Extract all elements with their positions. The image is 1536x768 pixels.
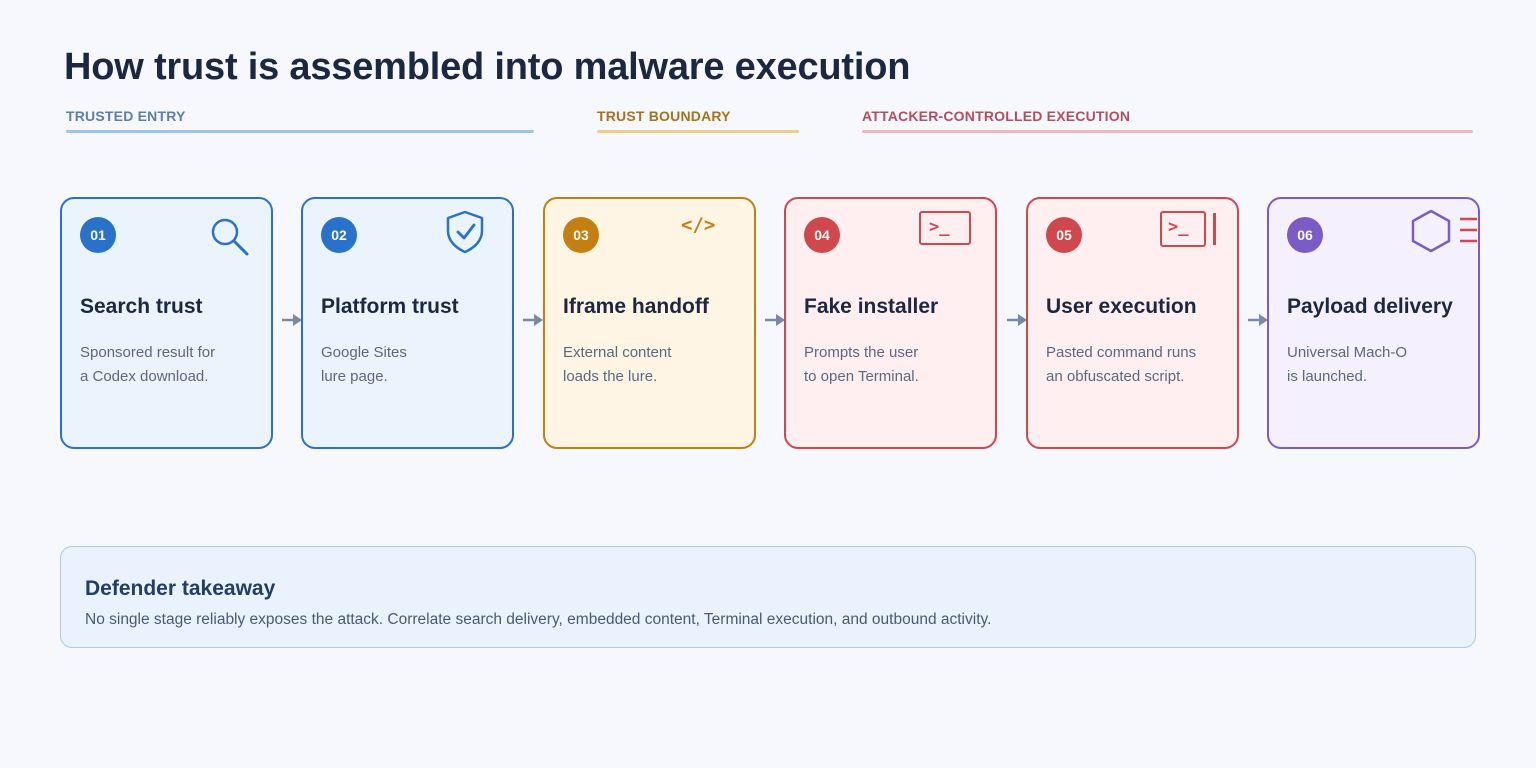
hexagon-payload-icon [1411,209,1477,253]
flow-arrow-icon [765,314,785,326]
flow-arrow-icon [523,314,543,326]
terminal-icon: >_ [919,211,971,245]
stage-description-line: Google Sites [321,344,407,361]
band-rule [66,130,534,133]
stage-number-badge: 02 [321,217,357,253]
stage-number-badge: 03 [563,217,599,253]
stage-number-badge: 05 [1046,217,1082,253]
band-rule [862,130,1473,133]
stage-title: Iframe handoff [563,295,709,318]
code-icon: </> [681,214,716,236]
cursor-bar [1213,213,1216,245]
band-trust-boundary: TRUST BOUNDARY [597,108,799,133]
stage-title: Fake installer [804,295,939,318]
stage-description: Sponsored result for a Codex download. [80,341,260,389]
stage-title: Platform trust [321,295,459,318]
defender-takeaway-panel: Defender takeaway No single stage reliab… [60,546,1476,648]
flow-arrow-icon [1248,314,1268,326]
stage-description: Pasted command runs an obfuscated script… [1046,341,1226,389]
stage-card-payload-delivery: 06 Payload delivery Universal Mach-O is … [1267,197,1480,449]
shield-check-icon [446,210,484,254]
stage-description: External content loads the lure. [563,341,743,389]
terminal-prompt: >_ [1168,217,1189,237]
stage-card-iframe-handoff: 03 </> Iframe handoff External content l… [543,197,756,449]
terminal-cursor-icon: >_ [1160,211,1218,247]
band-trusted-entry: TRUSTED ENTRY [66,108,534,133]
stage-title: Payload delivery [1287,295,1453,318]
stage-description: Google Sites lure page. [321,341,501,389]
stage-description: Prompts the user to open Terminal. [804,341,984,389]
stage-description-line: to open Terminal. [804,368,919,385]
stage-description: Universal Mach-O is launched. [1287,341,1467,389]
stage-description-line: External content [563,344,672,361]
stage-card-fake-installer: 04 >_ Fake installer Prompts the user to… [784,197,997,449]
search-icon [211,218,249,256]
stage-title: Search trust [80,295,203,318]
stage-description-line: is launched. [1287,368,1368,385]
flow-arrow-icon [1007,314,1027,326]
stage-description-line: Prompts the user [804,344,919,361]
stage-description-line: an obfuscated script. [1046,368,1185,385]
band-attacker-controlled: ATTACKER-CONTROLLED EXECUTION [862,108,1473,133]
page-title: How trust is assembled into malware exec… [64,46,911,88]
band-label: TRUST BOUNDARY [597,108,731,124]
stage-description-line: a Codex download. [80,368,209,385]
terminal-window: >_ [1160,211,1206,247]
stage-number-badge: 06 [1287,217,1323,253]
terminal-prompt: >_ [929,217,950,237]
stage-card-user-execution: 05 >_ User execution Pasted command runs… [1026,197,1239,449]
stage-description-line: Pasted command runs [1046,344,1197,361]
stage-title: User execution [1046,295,1197,318]
takeaway-body: No single stage reliably exposes the att… [85,611,992,628]
band-label: TRUSTED ENTRY [66,108,186,124]
stage-description-line: Sponsored result for [80,344,216,361]
flow-arrow-icon [282,314,302,326]
band-label: ATTACKER-CONTROLLED EXECUTION [862,108,1131,124]
takeaway-title: Defender takeaway [85,577,276,600]
stage-card-search-trust: 01 Search trust Sponsored result for a C… [60,197,273,449]
stage-description-line: Universal Mach-O [1287,344,1408,361]
stage-number-badge: 04 [804,217,840,253]
stage-number-badge: 01 [80,217,116,253]
stage-description-line: lure page. [321,368,388,385]
band-rule [597,130,799,133]
stage-description-line: loads the lure. [563,368,658,385]
stage-card-platform-trust: 02 Platform trust Google Sites lure page… [301,197,514,449]
